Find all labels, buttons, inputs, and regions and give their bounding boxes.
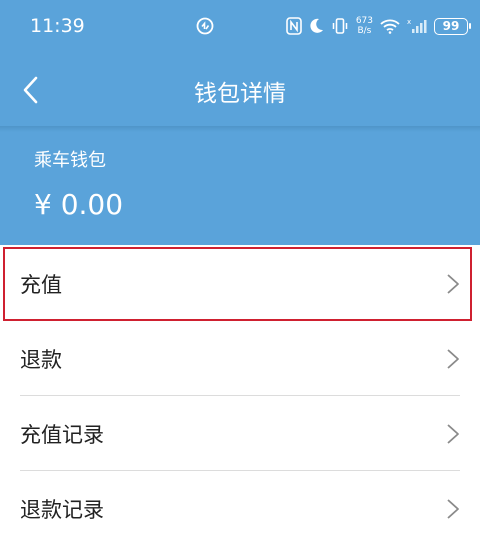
menu-item-recharge[interactable]: 充值 [0, 246, 480, 321]
net-speed-unit: B/s [357, 26, 372, 36]
moon-icon [310, 18, 323, 33]
svg-text:x: x [407, 18, 411, 26]
chevron-right-icon [447, 499, 459, 519]
net-speed: 673 B/s [356, 16, 373, 36]
wifi-icon [380, 19, 400, 34]
menu-item-recharge-records[interactable]: 充值记录 [0, 396, 480, 471]
menu-item-label: 充值记录 [20, 422, 104, 447]
menu-item-label: 退款 [20, 347, 62, 372]
wallet-header: 11:39 673 B/s x 99 钱包详情 乘车钱包 ¥ 0.00 [0, 0, 480, 245]
menu-item-label: 充值 [20, 272, 62, 297]
menu-item-refund-records[interactable]: 退款记录 [0, 471, 480, 546]
app-bar-divider [0, 126, 480, 132]
status-bar: 11:39 673 B/s x 99 [0, 0, 480, 54]
menu-item-label: 退款记录 [20, 497, 104, 522]
status-time: 11:39 [30, 15, 85, 37]
wallet-menu: 充值 退款 充值记录 退款记录 [0, 246, 480, 546]
signal-icon: x [407, 18, 427, 33]
chevron-right-icon [447, 424, 459, 444]
net-speed-value: 673 [355, 16, 373, 26]
vibrate-icon [332, 18, 348, 34]
page-title: 钱包详情 [194, 81, 286, 107]
app-bar: 钱包详情 [0, 54, 480, 126]
chevron-right-icon [447, 349, 459, 369]
wallet-name: 乘车钱包 [34, 150, 106, 171]
app-notification-icon [196, 17, 214, 35]
chevron-right-icon [447, 274, 459, 294]
battery-level: 99 [442, 19, 460, 33]
wallet-balance: ¥ 0.00 [34, 188, 124, 221]
nfc-icon [286, 17, 302, 35]
battery-icon: 99 [434, 17, 471, 35]
status-icons: 673 B/s x 99 [286, 12, 471, 40]
menu-item-refund[interactable]: 退款 [0, 321, 480, 396]
